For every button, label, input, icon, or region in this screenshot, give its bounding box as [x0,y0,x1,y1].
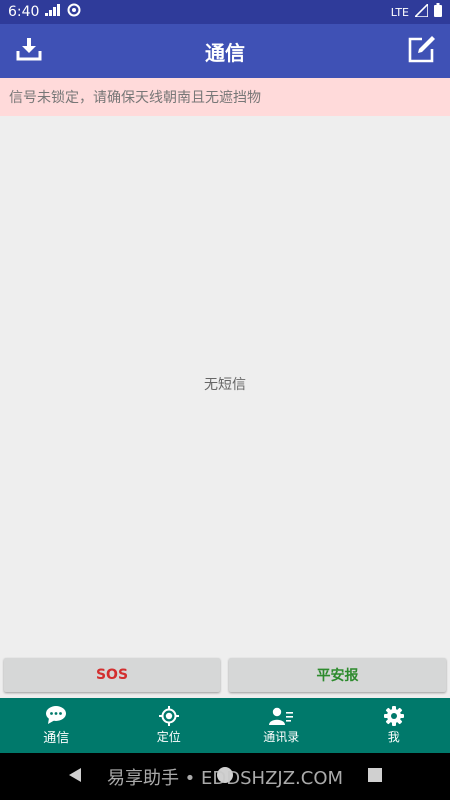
bottom-nav: 通信 定位 通讯录 我 [0,698,450,753]
message-list: 无短信 [0,116,450,652]
nav-item-me[interactable]: 我 [338,698,450,753]
status-right: LTE [390,1,442,21]
signal-warning-banner: 信号未锁定，请确保天线朝南且无遮挡物 [0,78,450,116]
download-icon [15,37,43,65]
network-type: LTE [390,5,409,19]
sync-status-icon [67,3,81,21]
back-icon[interactable] [67,767,83,787]
signal-warning-text: 信号未锁定，请确保天线朝南且无遮挡物 [9,90,261,106]
status-time: 6:40 [8,4,40,20]
battery-icon [434,3,442,21]
page-title: 通信 [205,40,245,65]
sos-button[interactable]: SOS [4,658,220,692]
signal-strength-icon [45,4,61,20]
safe-report-button[interactable]: 平安报 [229,658,446,692]
recents-icon[interactable] [367,767,383,787]
chat-bubble-icon [45,705,67,725]
nav-label-me: 我 [387,730,400,744]
app-bar: 通信 [0,24,450,78]
action-row: SOS 平安报 [0,652,450,698]
compose-icon [406,35,436,67]
nav-item-contacts[interactable]: 通讯录 [225,698,338,753]
locate-icon [158,706,179,726]
download-button[interactable] [14,37,44,65]
empty-state-text: 无短信 [204,377,246,393]
status-bar: 6:40 LTE [0,0,450,24]
nav-item-messages[interactable]: 通信 [0,698,113,753]
home-icon[interactable] [216,766,234,788]
nav-label-messages: 通信 [43,731,70,746]
compose-button[interactable] [406,36,436,66]
status-left: 6:40 [8,3,81,21]
nav-label-location: 定位 [156,730,181,744]
nav-label-contacts: 通讯录 [263,730,300,744]
system-nav-bar [0,753,450,800]
gear-icon [383,706,404,726]
contacts-icon [269,706,294,726]
cell-signal-icon [413,1,429,21]
nav-item-location[interactable]: 定位 [113,698,226,753]
